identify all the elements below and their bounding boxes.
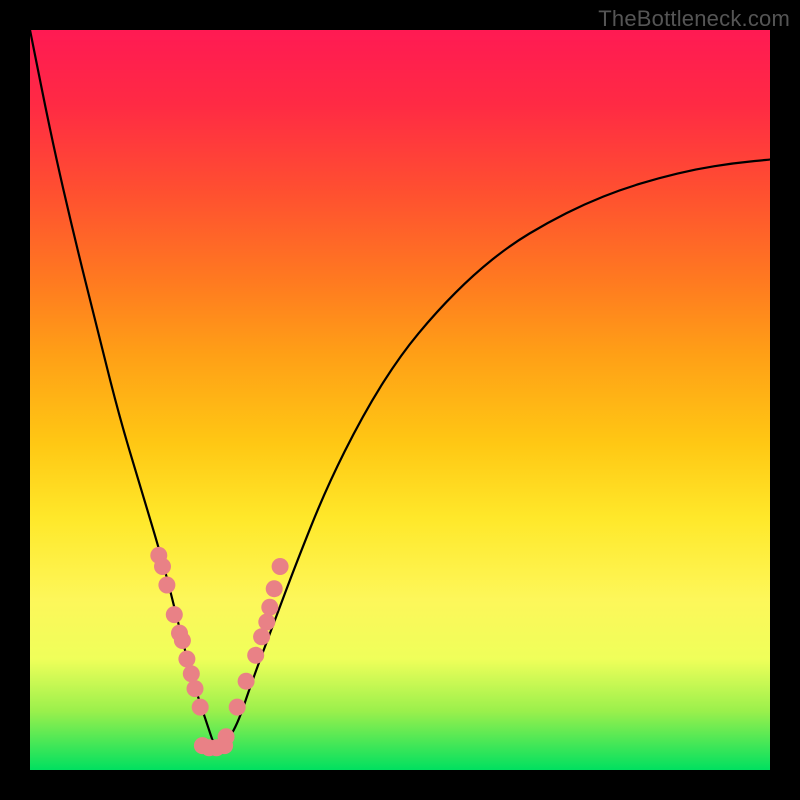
data-dot [158, 577, 175, 594]
data-dot [229, 699, 246, 716]
chart-frame: TheBottleneck.com [0, 0, 800, 800]
data-dot [194, 737, 211, 754]
data-dot [187, 680, 204, 697]
data-dot [253, 628, 270, 645]
watermark-text: TheBottleneck.com [598, 6, 790, 32]
data-dot [218, 728, 235, 745]
data-dot [183, 665, 200, 682]
data-dot [178, 651, 195, 668]
data-dot [216, 737, 233, 754]
data-dot [258, 614, 275, 631]
data-dot [174, 632, 191, 649]
data-dot [150, 547, 167, 564]
data-dot [238, 673, 255, 690]
data-dot [261, 599, 278, 616]
plot-area [30, 30, 770, 770]
data-dot [272, 558, 289, 575]
bottleneck-curve [30, 30, 770, 748]
data-dot [154, 558, 171, 575]
data-dot [266, 580, 283, 597]
data-dot [166, 606, 183, 623]
chart-svg [30, 30, 770, 770]
data-dot [201, 739, 218, 756]
dot-group [150, 547, 288, 756]
data-dot [171, 625, 188, 642]
data-dot [192, 699, 209, 716]
data-dot [208, 739, 225, 756]
data-dot [247, 647, 264, 664]
